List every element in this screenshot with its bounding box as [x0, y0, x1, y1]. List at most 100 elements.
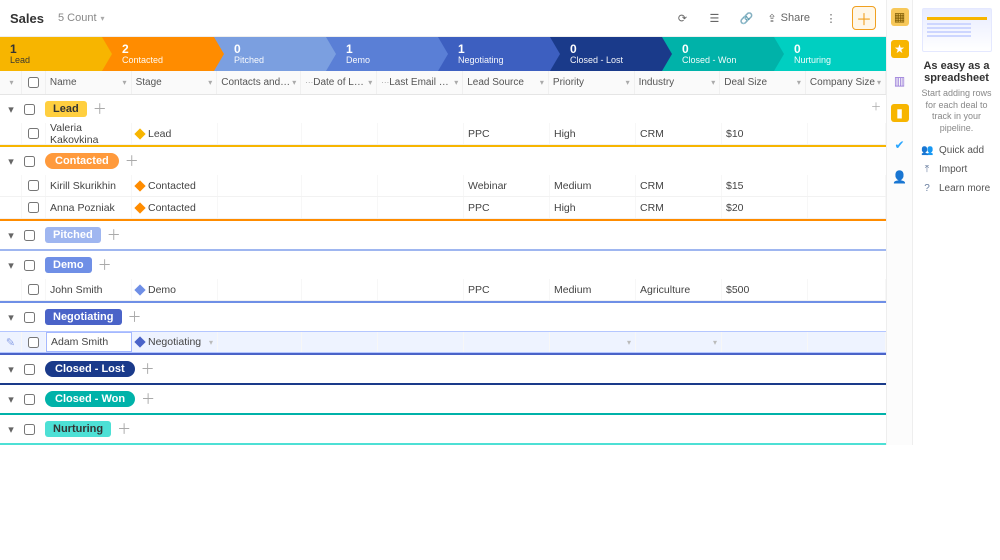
group-badge-closed-lost[interactable]: Closed - Lost	[45, 361, 135, 377]
table-row-editing[interactable]: ✎ Adam Smith Negotiating▾ ▾ ▾	[0, 331, 886, 353]
rail-user-icon[interactable]: 👤	[891, 168, 909, 186]
collapse-icon[interactable]: ▾	[4, 311, 18, 324]
rail-star-icon[interactable]: ★	[891, 40, 909, 58]
cell-deal[interactable]: $500	[722, 279, 808, 300]
link-icon[interactable]: 🔗	[735, 7, 757, 29]
stage-negotiating[interactable]: 1Negotiating	[438, 37, 550, 71]
cell-industry[interactable]: Agriculture	[636, 279, 722, 300]
cell-source[interactable]: PPC	[464, 123, 550, 144]
add-row-button[interactable]: ＋	[125, 151, 139, 171]
table-row[interactable]: Valeria Kakovkina Lead PPC High CRM $10	[0, 123, 886, 145]
cell-stage[interactable]: Contacted	[132, 175, 218, 196]
col-industry[interactable]: Industry▾	[635, 71, 721, 94]
row-checkbox[interactable]	[28, 284, 39, 295]
group-checkbox[interactable]	[24, 104, 35, 115]
stage-contacted[interactable]: 2Contacted	[102, 37, 214, 71]
col-expand[interactable]: ▾	[0, 71, 22, 94]
edit-icon[interactable]: ✎	[6, 336, 15, 349]
collapse-icon[interactable]: ▾	[4, 155, 18, 168]
add-button[interactable]: ＋	[852, 6, 876, 30]
cell-priority-select[interactable]: ▾	[550, 332, 636, 352]
import-button[interactable]: ⤒Import	[921, 164, 992, 175]
col-contacts[interactable]: Contacts and organizations▾	[217, 71, 301, 94]
col-deal-size[interactable]: Deal Size▾	[720, 71, 806, 94]
group-checkbox[interactable]	[24, 364, 35, 375]
stage-closed-lost[interactable]: 0Closed - Lost	[550, 37, 662, 71]
group-checkbox[interactable]	[24, 260, 35, 271]
share-button[interactable]: ⇪ Share	[767, 12, 810, 25]
table-row[interactable]: Anna Pozniak Contacted PPC High CRM $20	[0, 197, 886, 219]
rail-bookmark-icon[interactable]: ▮	[891, 104, 909, 122]
filter-icon[interactable]: ☰	[703, 7, 725, 29]
cell-priority[interactable]: High	[550, 197, 636, 218]
group-badge-negotiating[interactable]: Negotiating	[45, 309, 122, 325]
group-badge-lead[interactable]: Lead	[45, 101, 87, 117]
col-lead-source[interactable]: Lead Source▾	[463, 71, 549, 94]
col-name[interactable]: Name▾	[46, 71, 132, 94]
cell-stage[interactable]: Demo	[132, 279, 218, 300]
record-count[interactable]: 5 Count ▾	[58, 12, 105, 24]
cell-name[interactable]: John Smith	[46, 279, 132, 300]
group-badge-contacted[interactable]: Contacted	[45, 153, 119, 169]
group-checkbox[interactable]	[24, 156, 35, 167]
cell-stage-select[interactable]: Negotiating▾	[132, 332, 218, 352]
table-row[interactable]: John Smith Demo PPC Medium Agriculture $…	[0, 279, 886, 301]
cell-priority[interactable]: Medium	[550, 175, 636, 196]
stage-closed-won[interactable]: 0Closed - Won	[662, 37, 774, 71]
learn-more-button[interactable]: ?Learn more	[921, 183, 992, 194]
collapse-icon[interactable]: ▾	[4, 229, 18, 242]
group-checkbox[interactable]	[24, 424, 35, 435]
select-all-checkbox[interactable]	[28, 77, 39, 88]
cell-name[interactable]: Valeria Kakovkina	[46, 123, 132, 144]
row-checkbox[interactable]	[28, 337, 39, 348]
col-checkbox[interactable]	[22, 71, 46, 94]
stage-demo[interactable]: 1Demo	[326, 37, 438, 71]
cell-deal[interactable]: $10	[722, 123, 808, 144]
row-checkbox[interactable]	[28, 202, 39, 213]
add-row-button[interactable]: ＋	[98, 255, 112, 275]
cell-priority[interactable]: High	[550, 123, 636, 144]
collapse-icon[interactable]: ▾	[4, 363, 18, 376]
cell-deal[interactable]: $15	[722, 175, 808, 196]
refresh-icon[interactable]: ⟳	[671, 7, 693, 29]
collapse-icon[interactable]: ▾	[4, 259, 18, 272]
add-row-button[interactable]: ＋	[107, 225, 121, 245]
col-stage[interactable]: Stage▾	[132, 71, 218, 94]
rail-grid-icon[interactable]: ▦	[891, 8, 909, 26]
col-priority[interactable]: Priority▾	[549, 71, 635, 94]
cell-source[interactable]: Webinar	[464, 175, 550, 196]
cell-industry-select[interactable]: ▾	[636, 332, 722, 352]
add-row-button[interactable]: ＋	[141, 389, 155, 409]
table-row[interactable]: Kirill Skurikhin Contacted Webinar Mediu…	[0, 175, 886, 197]
collapse-icon[interactable]: ▾	[4, 393, 18, 406]
collapse-icon[interactable]: ▾	[4, 423, 18, 436]
more-icon[interactable]: ⋮	[820, 7, 842, 29]
cell-industry[interactable]: CRM	[636, 175, 722, 196]
stage-nurturing[interactable]: 0Nurturing	[774, 37, 886, 71]
col-last-email-from[interactable]: ⋯Last Email From▾	[377, 71, 463, 94]
add-row-button[interactable]: ＋	[117, 419, 131, 439]
group-badge-nurturing[interactable]: Nurturing	[45, 421, 111, 437]
row-checkbox[interactable]	[28, 128, 39, 139]
row-checkbox[interactable]	[28, 180, 39, 191]
cell-name[interactable]: Anna Pozniak	[46, 197, 132, 218]
cell-source[interactable]: PPC	[464, 279, 550, 300]
add-row-button[interactable]: ＋	[128, 307, 142, 327]
rail-check-icon[interactable]: ✔	[891, 136, 909, 154]
stage-lead[interactable]: 1Lead	[0, 37, 102, 71]
group-checkbox[interactable]	[24, 230, 35, 241]
add-row-button[interactable]: ＋	[93, 99, 107, 119]
stage-pitched[interactable]: 0Pitched	[214, 37, 326, 71]
add-row-button[interactable]: ＋	[141, 359, 155, 379]
cell-industry[interactable]: CRM	[636, 123, 722, 144]
collapse-icon[interactable]: ▾	[4, 103, 18, 116]
group-badge-demo[interactable]: Demo	[45, 257, 92, 273]
quick-add-button[interactable]: 👥Quick add	[921, 145, 992, 156]
row-expand-icon[interactable]: ＋	[866, 95, 886, 117]
rail-chart-icon[interactable]: ▥	[891, 72, 909, 90]
cell-industry[interactable]: CRM	[636, 197, 722, 218]
cell-name-input[interactable]: Adam Smith	[46, 332, 132, 352]
cell-source[interactable]: PPC	[464, 197, 550, 218]
cell-source[interactable]	[464, 332, 550, 352]
col-company-size[interactable]: Company Size▾	[806, 71, 886, 94]
